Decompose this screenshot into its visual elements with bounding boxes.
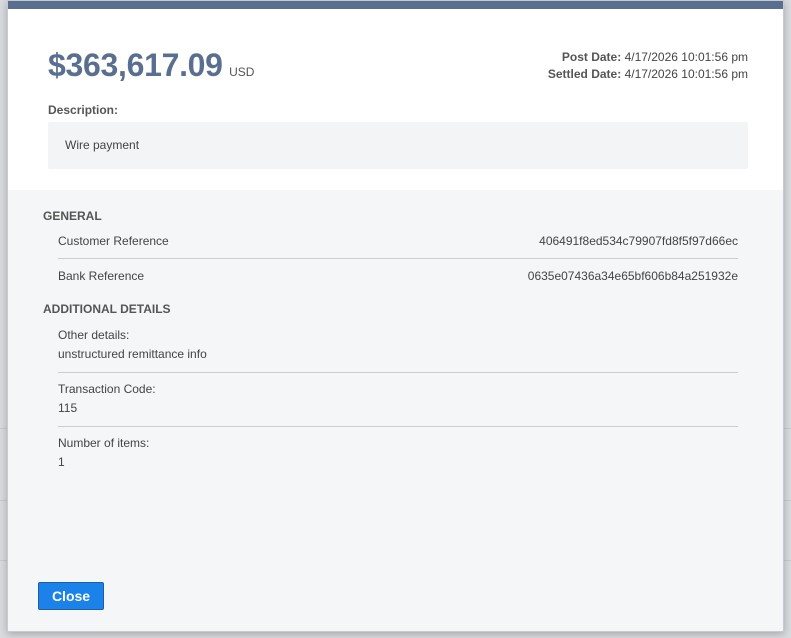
transaction-code-label: Transaction Code:: [58, 382, 156, 396]
bank-reference-value: 0635e07436a34e65bf606b84a251932e: [527, 268, 738, 283]
additional-details-section-title: ADDITIONAL DETAILS: [43, 302, 171, 316]
other-details-item: Other details: unstructured remittance i…: [58, 326, 738, 364]
transaction-summary: $363,617.09 USD Post Date: 4/17/2026 10:…: [8, 9, 783, 190]
bank-reference-row: Bank Reference 0635e07436a34e65bf606b84a…: [58, 258, 738, 293]
number-of-items-item: Number of items: 1: [58, 434, 738, 472]
settled-date-row: Settled Date: 4/17/2026 10:01:56 pm: [548, 66, 748, 83]
transaction-code-value: 115: [58, 401, 78, 415]
divider: [58, 372, 738, 373]
currency-code: USD: [229, 65, 255, 79]
amount-display: $363,617.09 USD: [48, 47, 254, 84]
divider: [58, 426, 738, 427]
customer-reference-label: Customer Reference: [58, 233, 169, 248]
transaction-details-dialog: Transaction Details $363,617.09 USD Post…: [7, 0, 784, 632]
settled-date-label: Settled Date:: [547, 67, 622, 81]
post-date-row: Post Date: 4/17/2026 10:01:56 pm: [548, 49, 748, 66]
customer-reference-value: 406491f8ed534c79907fd8f5f97d66ec: [539, 233, 738, 248]
transaction-dates: Post Date: 4/17/2026 10:01:56 pm Settled…: [548, 49, 748, 83]
description-label: Description:: [48, 103, 119, 117]
post-date-value: 4/17/2026 10:01:56 pm: [624, 50, 748, 64]
number-of-items-value: 1: [58, 455, 65, 469]
bank-reference-label: Bank Reference: [58, 268, 145, 283]
other-details-value: unstructured remittance info: [58, 347, 207, 361]
dialog-title: Transaction Details: [8, 1, 783, 9]
settled-date-value: 4/17/2026 10:01:56 pm: [624, 67, 748, 81]
close-button[interactable]: Close: [38, 582, 104, 610]
general-section-title: GENERAL: [43, 209, 102, 223]
other-details-label: Other details:: [58, 328, 130, 342]
transaction-amount: $363,617.09: [48, 47, 223, 83]
number-of-items-label: Number of items:: [58, 436, 150, 450]
post-date-label: Post Date:: [561, 50, 622, 64]
customer-reference-row: Customer Reference 406491f8ed534c79907fd…: [58, 223, 738, 258]
description-value: Wire payment: [48, 122, 748, 169]
transaction-code-item: Transaction Code: 115: [58, 380, 738, 418]
